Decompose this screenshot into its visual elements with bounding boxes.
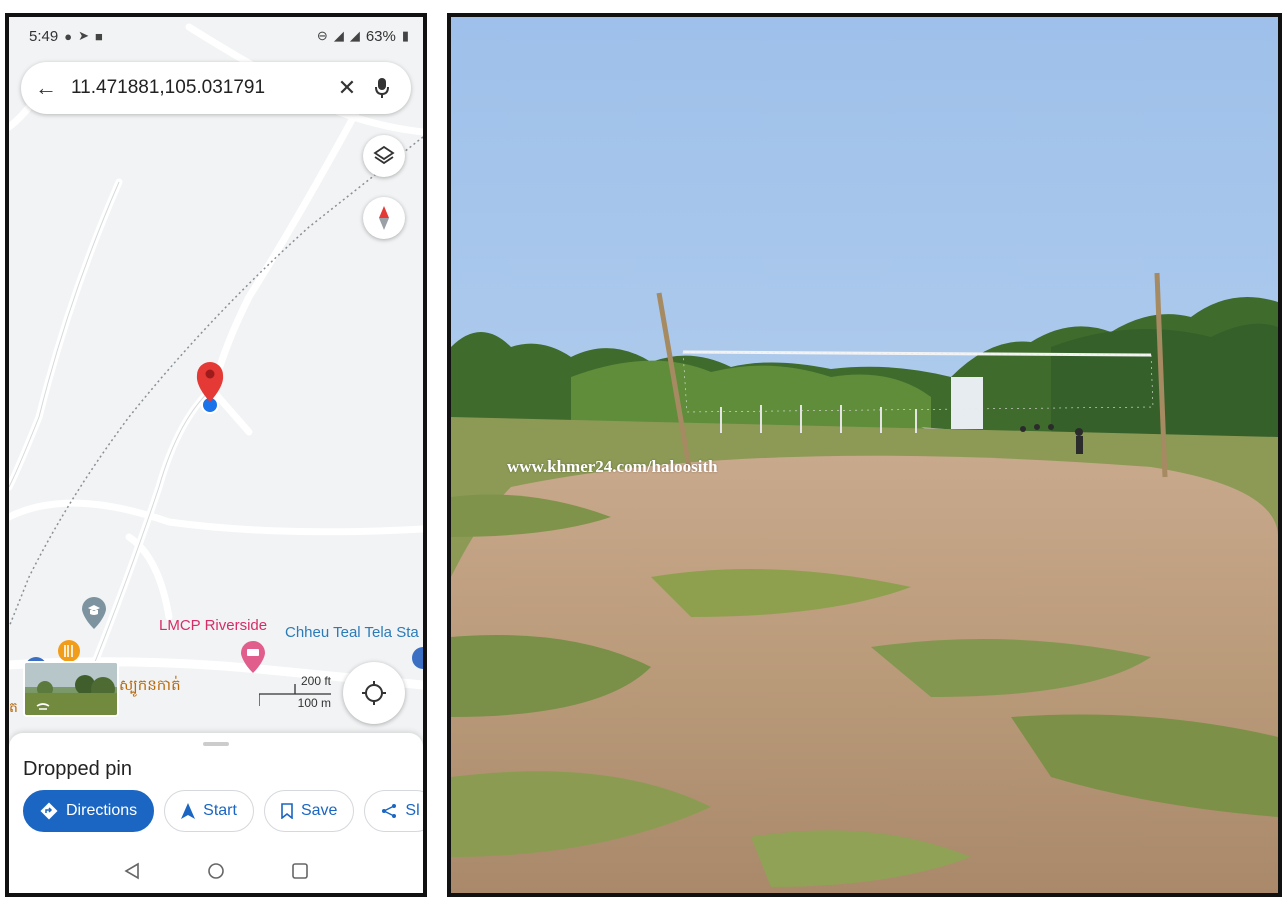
restaurant-poi-icon[interactable] [58, 640, 80, 662]
signal-icon: ◢ [333, 28, 344, 43]
dnd-icon: ⊖ [316, 28, 328, 43]
bookmark-icon [281, 803, 293, 819]
poi-label-khmer[interactable]: ស្បូកនកាត់ [119, 676, 181, 698]
maps-screenshot: 5:49 ● ➤ ■ ⊖ ◢ ◢ 63% ▮ ← 11.471881,105.0… [5, 13, 427, 897]
microphone-icon[interactable] [367, 77, 397, 99]
nav-recents-icon[interactable] [291, 862, 309, 880]
battery-icon: ▮ [401, 28, 409, 43]
save-label: Save [300, 802, 338, 819]
status-bar: 5:49 ● ➤ ■ ⊖ ◢ ◢ 63% ▮ [9, 17, 423, 55]
compass-button[interactable] [363, 197, 405, 239]
nav-back-icon[interactable] [123, 862, 141, 880]
nav-home-icon[interactable] [207, 862, 225, 880]
field-photo-illustration [451, 17, 1278, 893]
watermark-text: www.khmer24.com/haloosith [507, 457, 718, 476]
layers-icon [373, 145, 395, 165]
share-icon [382, 804, 397, 818]
directions-icon [40, 802, 58, 820]
drag-handle[interactable] [203, 742, 229, 746]
compass-icon [379, 206, 389, 230]
place-bottom-sheet[interactable]: Dropped pin Directions Start Save Sl [9, 733, 423, 893]
layers-button[interactable] [363, 135, 405, 177]
map-scale: 200 ft 100 m [259, 674, 333, 714]
place-title: Dropped pin [23, 758, 132, 780]
gallery-icon: ■ [94, 28, 103, 44]
navigation-arrow-icon [181, 803, 196, 819]
battery-percent: 63% [365, 27, 396, 45]
signal-4g-icon: ◢ [349, 28, 360, 43]
status-time: 5:49 [29, 27, 59, 45]
back-arrow-icon[interactable]: ← [35, 75, 65, 101]
save-button[interactable]: Save [263, 790, 355, 832]
poi-label-lmcp[interactable]: LMCP Riverside [159, 617, 267, 634]
crosshair-icon [362, 681, 386, 705]
android-nav-bar [9, 851, 423, 891]
scale-meters: 100 m [297, 696, 331, 710]
poi-label-chheu[interactable]: Chheu Teal Tela Sta [285, 624, 419, 641]
share-button[interactable]: Sl [364, 790, 423, 832]
telegram-icon: ➤ [78, 28, 89, 43]
search-input[interactable]: 11.471881,105.031791 [65, 77, 327, 99]
search-bar[interactable]: ← 11.471881,105.031791 ✕ [21, 62, 411, 114]
messenger-icon: ● [64, 28, 73, 44]
start-button[interactable]: Start [164, 790, 254, 832]
poi-label-edge: ត [9, 699, 18, 715]
share-label: Sl [405, 802, 420, 819]
my-location-button[interactable] [343, 662, 405, 724]
land-photo: www.khmer24.com/haloosith [447, 13, 1282, 897]
start-label: Start [203, 802, 237, 819]
close-icon[interactable]: ✕ [327, 75, 367, 101]
street-view-thumbnail[interactable] [23, 661, 119, 717]
action-chips: Directions Start Save Sl [23, 790, 423, 832]
directions-button[interactable]: Directions [23, 790, 155, 832]
directions-label: Directions [66, 802, 138, 819]
